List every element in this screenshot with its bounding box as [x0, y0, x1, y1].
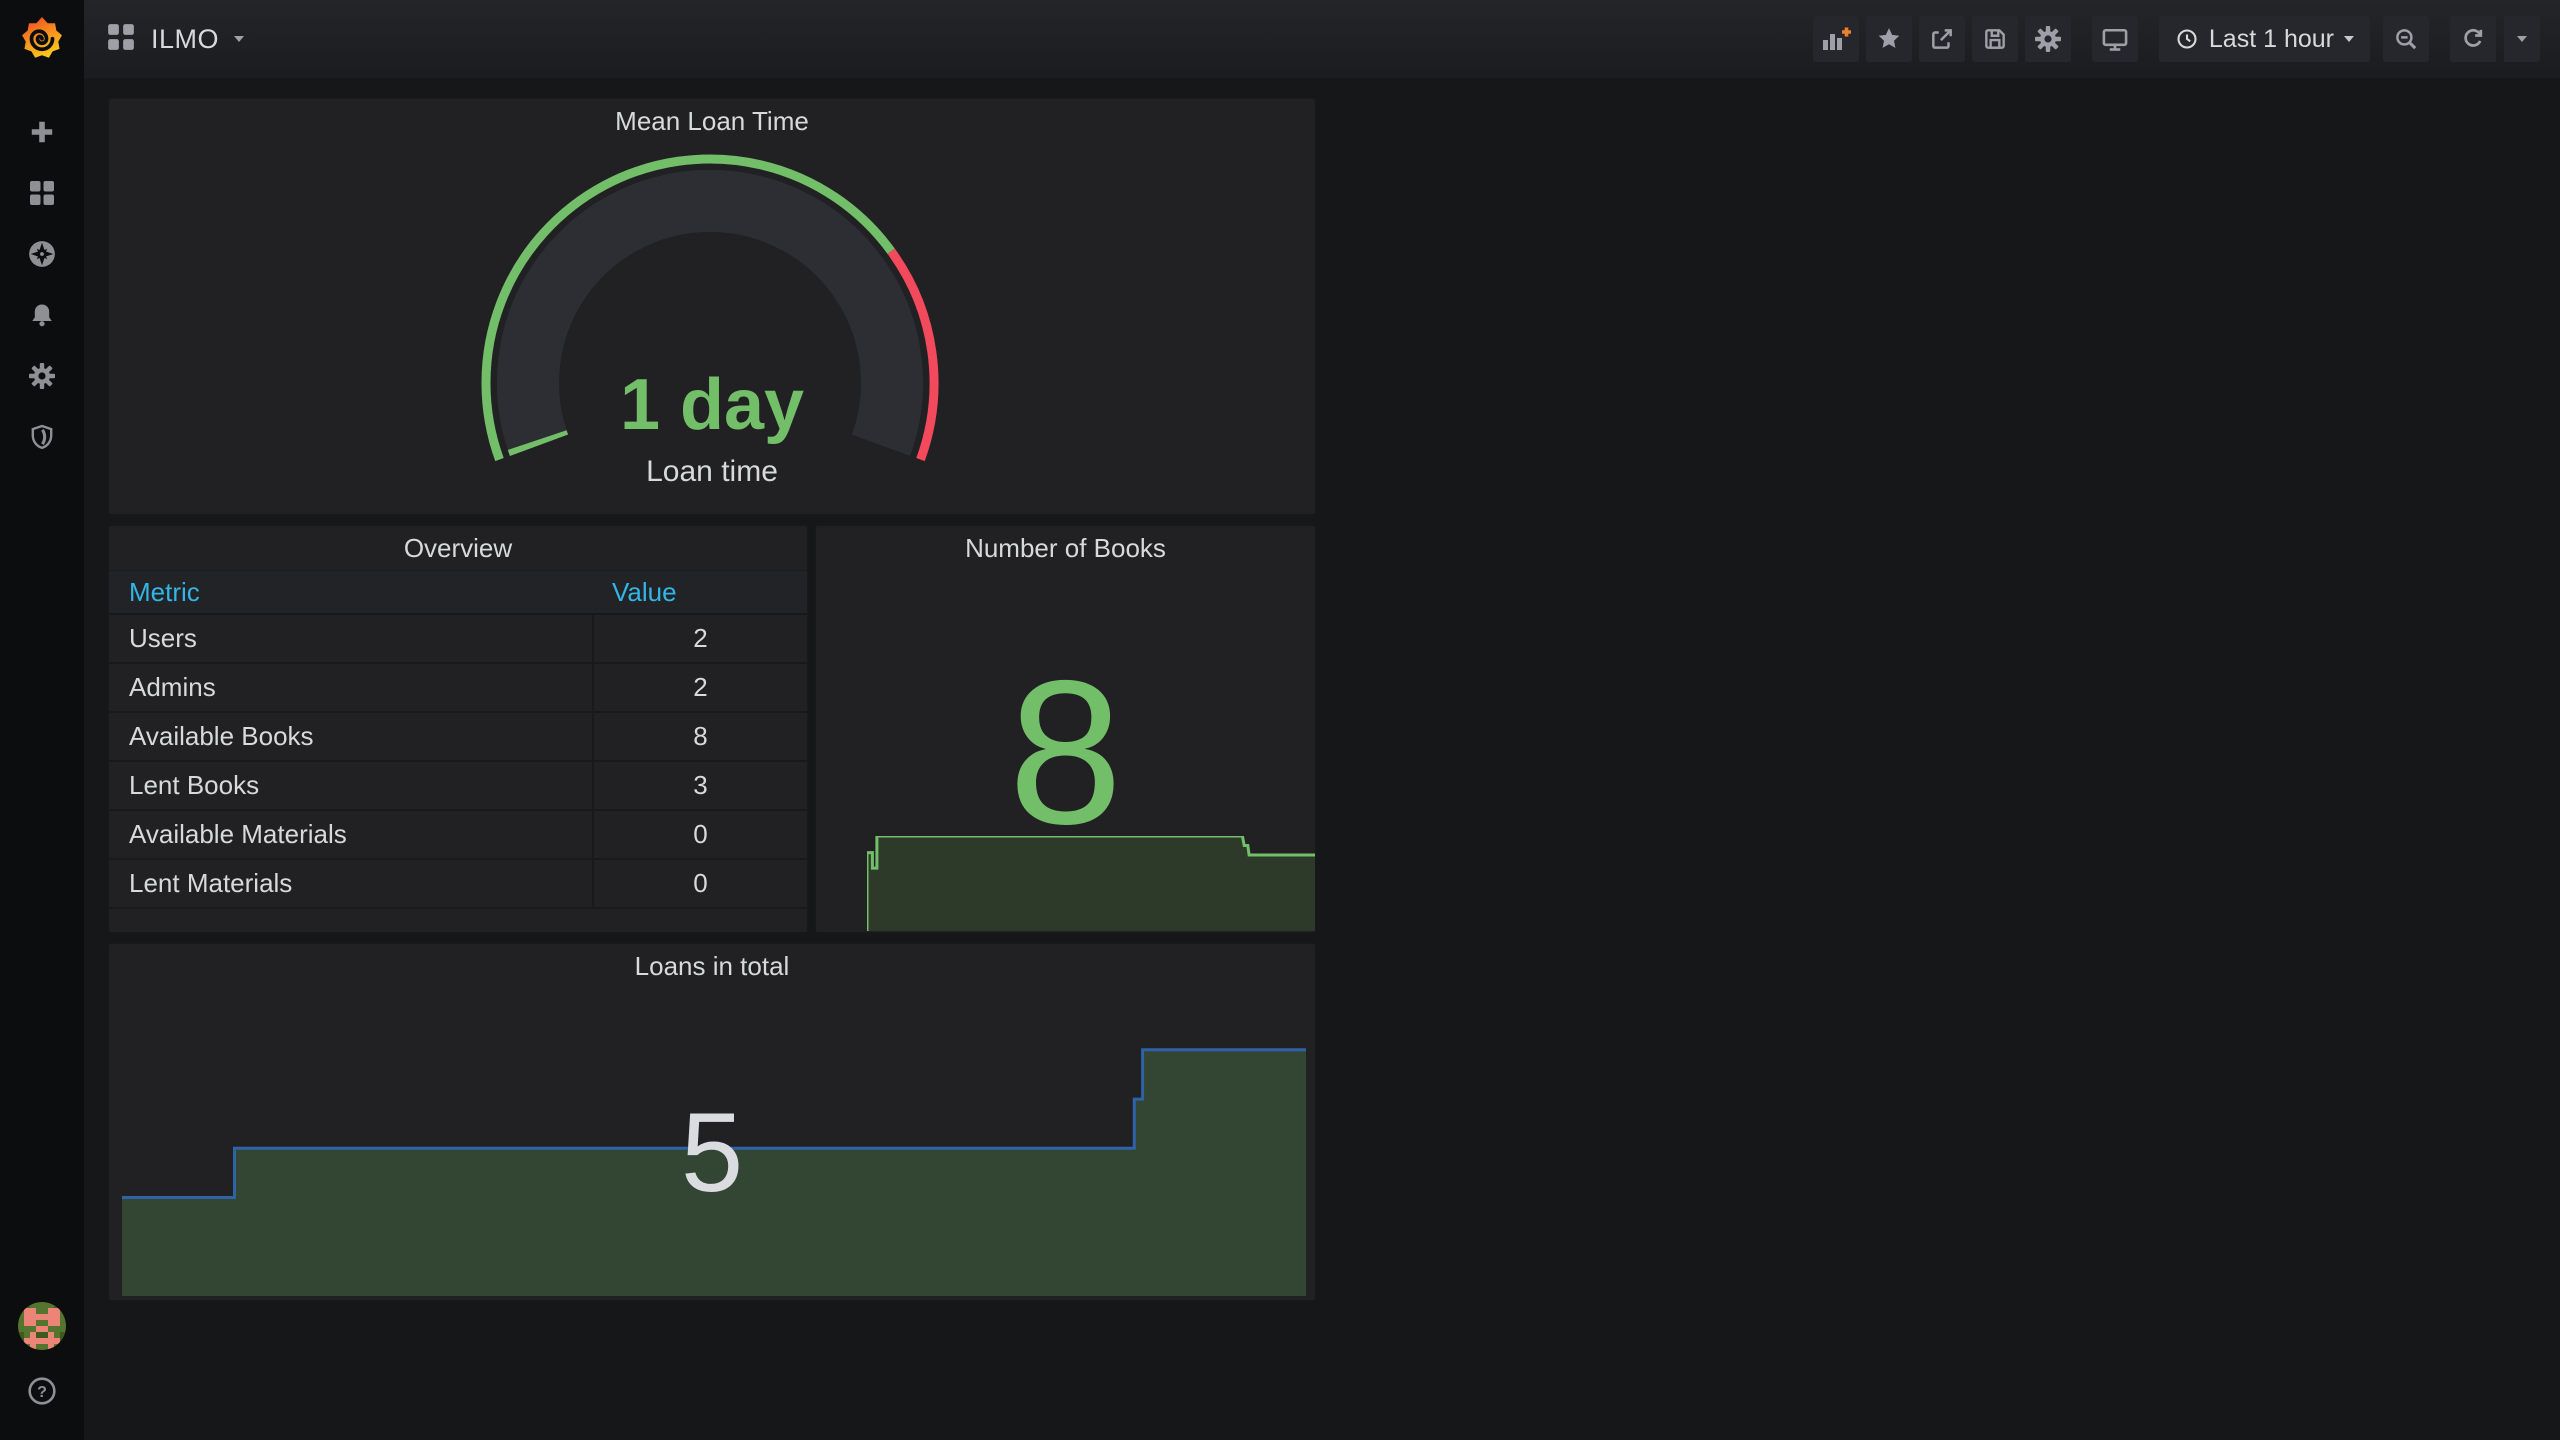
- gauge-label: Loan time: [646, 455, 778, 488]
- table-row: Lent Materials 0: [109, 860, 807, 909]
- time-range-picker[interactable]: Last 1 hour: [2158, 16, 2370, 62]
- caret-down-icon: [234, 36, 245, 42]
- plus-icon: [31, 121, 53, 143]
- panel-loans-in-total: 5 Loans in total: [108, 943, 1316, 1301]
- star-icon: [1878, 28, 1900, 48]
- overview-table-body: Users 2 Admins 2 Available Books 8 Lent Books 3…: [109, 615, 807, 909]
- plus-icon: [1841, 27, 1851, 37]
- table-row: Admins 2: [109, 664, 807, 713]
- gear-icon: [29, 363, 55, 389]
- loan-time-gauge: [481, 154, 939, 462]
- star-button[interactable]: [1865, 16, 1912, 62]
- share-button[interactable]: [1918, 16, 1965, 62]
- value-cell: 8: [592, 713, 807, 760]
- dashboard-title: ILMO: [151, 23, 220, 54]
- metric-cell: Lent Books: [129, 770, 260, 800]
- overview-table: Metric Value Users 2 Admins 2 Available Book…: [109, 570, 807, 932]
- cycle-view-button[interactable]: [2091, 16, 2138, 62]
- grafana-logo[interactable]: [18, 14, 66, 62]
- stat-value-loans: 5: [680, 1090, 744, 1215]
- shield-icon: [31, 424, 53, 450]
- bell-icon: [32, 304, 52, 327]
- user-avatar[interactable]: [18, 1302, 66, 1350]
- share-icon: [1931, 29, 1952, 49]
- stat-value-books: 8: [1008, 638, 1123, 867]
- refresh-interval-dropdown[interactable]: [2504, 16, 2540, 62]
- save-icon: [1985, 29, 2005, 49]
- help-button[interactable]: ?: [18, 1367, 66, 1415]
- metric-cell: Admins: [129, 672, 216, 702]
- panel-title[interactable]: Loans in total: [109, 944, 1315, 988]
- refresh-button[interactable]: [2450, 16, 2496, 62]
- value-cell: 0: [592, 811, 807, 858]
- column-header-metric[interactable]: Metric: [109, 577, 592, 608]
- side-menu-nav: [18, 108, 66, 461]
- clock-icon: [2177, 29, 2197, 49]
- sidebar-item-alerting[interactable]: [18, 291, 66, 339]
- dashboard-title-button[interactable]: ILMO: [106, 22, 245, 57]
- sidebar-item-create[interactable]: [18, 108, 66, 156]
- metric-cell: Users: [129, 623, 197, 653]
- table-row: Lent Books 3: [109, 762, 807, 811]
- sidebar-item-dashboards[interactable]: [18, 169, 66, 217]
- side-menu: ?: [0, 0, 84, 1440]
- table-row: Available Materials 0: [109, 811, 807, 860]
- compass-icon: [29, 241, 55, 267]
- sidebar-item-server-admin[interactable]: [18, 413, 66, 461]
- panel-title[interactable]: Number of Books: [816, 526, 1315, 570]
- side-menu-bottom: ?: [18, 1302, 66, 1440]
- value-cell: 0: [592, 860, 807, 907]
- top-navbar: ILMO Last 1 hour: [84, 0, 2560, 78]
- gauge-value: 1 day: [619, 365, 805, 445]
- panel-overview: Overview Metric Value Users 2 Admins 2 Avail…: [108, 525, 808, 933]
- panel-mean-loan-time: Mean Loan Time 1 day Loan time: [108, 98, 1316, 515]
- panel-number-of-books: Number of Books 8: [815, 525, 1316, 933]
- sidebar-item-configuration[interactable]: [18, 352, 66, 400]
- question-mark-icon: ?: [28, 1377, 56, 1405]
- panel-title[interactable]: Overview: [109, 526, 807, 570]
- gear-icon: [2034, 26, 2061, 52]
- books-sparkline: [867, 836, 1315, 931]
- table-header-row: Metric Value: [109, 570, 807, 615]
- save-button[interactable]: [1971, 16, 2018, 62]
- caret-down-icon: [2344, 36, 2354, 42]
- zoom-out-button[interactable]: [2383, 16, 2429, 62]
- table-row: Available Books 8: [109, 713, 807, 762]
- metric-cell: Available Books: [129, 721, 314, 751]
- dashboard-settings-button[interactable]: [2024, 16, 2071, 62]
- caret-down-icon: [2517, 36, 2527, 42]
- monitor-icon: [2102, 28, 2128, 51]
- value-cell: 2: [592, 615, 807, 662]
- apps-grid-icon: [30, 181, 54, 205]
- dashboard-toolbar: Last 1 hour: [1812, 16, 2540, 62]
- metric-cell: Available Materials: [129, 819, 347, 849]
- value-cell: 3: [592, 762, 807, 809]
- add-panel-button[interactable]: [1812, 16, 1859, 62]
- column-header-value[interactable]: Value: [592, 577, 807, 608]
- magnifier-minus-icon: [2396, 29, 2417, 50]
- apps-grid-icon: [106, 22, 136, 57]
- value-cell: 2: [592, 664, 807, 711]
- grafana-dashboard: ILMO Last 1 hour ? Mean Loan Time 1 day …: [0, 0, 2560, 1440]
- svg-text:?: ?: [37, 1383, 47, 1401]
- refresh-icon: [2464, 29, 2483, 47]
- sidebar-item-explore[interactable]: [18, 230, 66, 278]
- table-row: Users 2: [109, 615, 807, 664]
- metric-cell: Lent Materials: [129, 868, 293, 898]
- time-range-label: Last 1 hour: [2208, 24, 2334, 53]
